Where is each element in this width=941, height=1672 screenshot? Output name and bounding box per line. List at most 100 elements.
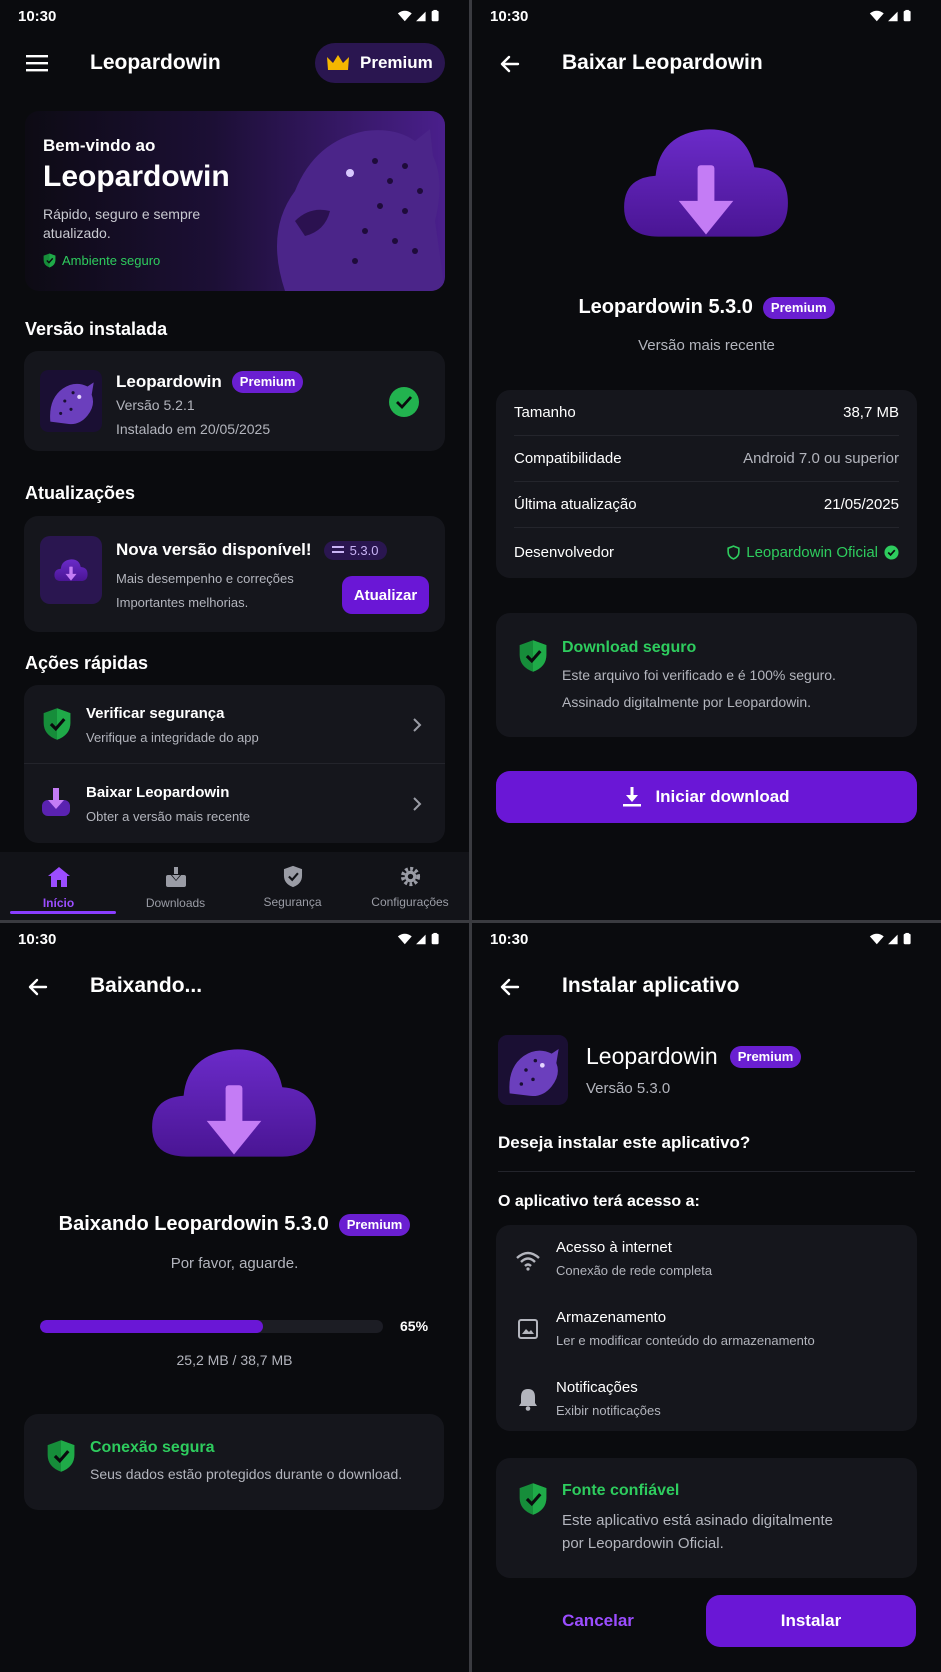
safe-line1: Este arquivo foi verificado e é 100% seg… [562, 667, 836, 683]
chevron-right-icon [412, 717, 422, 733]
permission-item: Notificações Exibir notificações [496, 1379, 917, 1429]
gear-icon [400, 866, 420, 887]
page-title: Baixar Leopardowin [562, 51, 763, 74]
image-icon [518, 1319, 538, 1339]
install-button[interactable]: Instalar [706, 1595, 916, 1647]
download-screen: 10:30 Baixar Leopardowin Leopardowin 5.3… [472, 0, 941, 920]
page-title: Instalar aplicativo [562, 974, 740, 997]
secure-connection-card: Conexão segura Seus dados estão protegid… [24, 1414, 444, 1510]
version-subtitle: Versão mais recente [638, 337, 775, 354]
trusted-title: Fonte confiável [562, 1482, 680, 1499]
status-bar: 10:30 [0, 0, 469, 34]
home-screen: 10:30 Leopardowin Premium Bem-vindo ao L… [0, 0, 469, 920]
status-icons [869, 932, 921, 946]
start-download-label: Iniciar download [655, 787, 790, 806]
premium-badge: Premium [762, 296, 835, 319]
permission-title: Armazenamento [556, 1309, 667, 1326]
permissions-card: Acesso à internet Conexão de rede comple… [496, 1225, 917, 1431]
progress-percent: 65% [400, 1318, 429, 1334]
install-appbar: Instalar aplicativo [472, 963, 941, 1009]
back-arrow-icon[interactable] [498, 52, 522, 76]
detail-value: Android 7.0 ou superior [743, 450, 899, 467]
menu-icon[interactable] [26, 54, 48, 72]
cloud-download-icon [54, 557, 88, 583]
trusted-source-card: Fonte confiável Este aplicativo está asi… [496, 1458, 917, 1578]
start-download-button[interactable]: Iniciar download [496, 771, 917, 823]
update-button[interactable]: Atualizar [342, 576, 429, 614]
hero-safe-label: Ambiente seguro [62, 253, 161, 268]
status-bar: 10:30 [472, 0, 941, 34]
nav-item-home[interactable]: Início [0, 852, 117, 920]
detail-row-compat: Compatibilidade Android 7.0 ou superior [514, 436, 899, 482]
premium-badge: Premium [338, 1213, 411, 1236]
detail-label: Compatibilidade [514, 450, 622, 467]
nav-label: Downloads [145, 896, 206, 910]
permission-sub: Exibir notificações [556, 1403, 661, 1418]
updates-section-title: Atualizações [25, 483, 136, 503]
quick-action-subtitle: Verifique a integridade do app [86, 730, 259, 745]
status-time: 10:30 [490, 8, 529, 25]
back-arrow-icon[interactable] [26, 975, 50, 999]
premium-button[interactable]: Premium [315, 43, 445, 83]
crown-icon [327, 55, 349, 70]
install-screen: 10:30 Instalar aplicativo Leopardowin Pr… [472, 923, 941, 1672]
update-line2: Importantes melhorias. [116, 595, 249, 610]
status-time: 10:30 [18, 931, 57, 948]
cancel-button[interactable]: Cancelar [498, 1595, 698, 1647]
hero-safe-indicator: Ambiente seguro [43, 253, 160, 268]
secure-title: Conexão segura [90, 1439, 215, 1456]
shield-check-icon [46, 1439, 76, 1473]
hero-banner: Bem-vindo ao Leopardowin Rápido, seguro … [25, 111, 445, 291]
back-arrow-icon[interactable] [498, 975, 522, 999]
secure-text: Seus dados estão protegidos durante o do… [90, 1466, 403, 1482]
app-version-title: Leopardowin 5.3.0 [578, 296, 753, 318]
downloading-appbar: Baixando... [0, 963, 469, 1009]
nav-item-downloads[interactable]: Downloads [117, 852, 234, 920]
downloading-heading: Baixando Leopardowin 5.3.0 [58, 1213, 329, 1235]
premium-badge: Premium [729, 1045, 802, 1068]
chevron-right-icon [412, 796, 422, 812]
install-app-name: Leopardowin [586, 1043, 718, 1069]
detail-value: Leopardowin Oficial [746, 543, 878, 561]
permission-item: Armazenamento Ler e modificar conteúdo d… [496, 1309, 917, 1359]
detail-row-updated: Última atualização 21/05/2025 [514, 482, 899, 528]
status-time: 10:30 [18, 8, 57, 25]
home-icon [47, 867, 70, 887]
shield-outline-icon [727, 544, 740, 560]
download-tray-icon [165, 867, 186, 887]
nav-label: Segurança [263, 895, 322, 909]
install-question: Deseja instalar este aplicativo? [498, 1133, 751, 1152]
nav-item-security[interactable]: Segurança [234, 852, 351, 920]
cloud-download-icon [150, 1038, 318, 1166]
install-version: Versão 5.3.0 [586, 1080, 671, 1097]
detail-label: Desenvolvedor [514, 543, 615, 561]
quick-action-verify[interactable]: Verificar segurança Verifique a integrid… [24, 685, 445, 764]
status-icons [869, 9, 921, 23]
detail-label: Última atualização [514, 496, 637, 513]
update-version: 5.3.0 [349, 542, 379, 558]
downloading-screen: 10:30 Baixando... Baixando Leopardowin 5… [0, 923, 469, 1672]
divider [498, 1171, 915, 1172]
bell-icon [519, 1389, 537, 1411]
quick-actions-card: Verificar segurança Verifique a integrid… [24, 685, 445, 843]
download-icon [623, 787, 642, 807]
hero-description: Rápido, seguro e sempre atualizado. [43, 206, 201, 241]
trusted-line1: Este aplicativo está asinado digitalment… [562, 1512, 833, 1529]
sliders-icon [331, 546, 344, 553]
access-title: O aplicativo terá acesso a: [498, 1193, 700, 1210]
nav-item-settings[interactable]: Configurações [351, 852, 469, 920]
installed-card: Leopardowin Premium Versão 5.2.1 Instala… [24, 351, 445, 451]
progress-fill [40, 1320, 263, 1333]
hero-name: Leopardowin [43, 160, 230, 193]
status-icons [397, 932, 449, 946]
trusted-line2: por Leopardowin Oficial. [562, 1535, 724, 1552]
cloud-download-icon [622, 118, 790, 246]
quick-action-download[interactable]: Baixar Leopardowin Obter a versão mais r… [24, 764, 445, 843]
installed-app-name: Leopardowin [116, 372, 222, 391]
verified-icon [884, 544, 899, 560]
detail-value: 21/05/2025 [823, 496, 899, 513]
status-icons [397, 9, 449, 23]
premium-label: Premium [360, 53, 433, 72]
update-version-chip: 5.3.0 [323, 540, 387, 560]
nav-label: Início [42, 896, 75, 910]
